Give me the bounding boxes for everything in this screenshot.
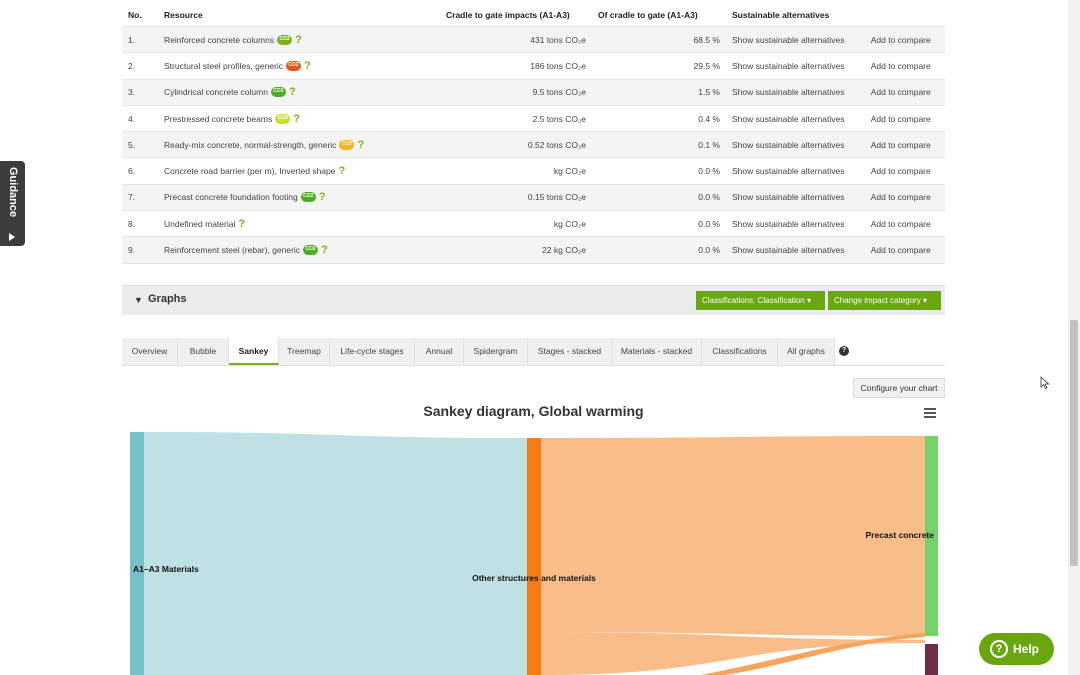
help-label: Help [1013, 642, 1040, 656]
guidance-tab[interactable]: Guidance [0, 161, 25, 246]
sankey-node-materials[interactable] [130, 432, 144, 675]
sankey-label-source: A1–A3 Materials [133, 564, 199, 574]
sankey-label-target: Precast concrete [865, 530, 934, 540]
scrollbar-thumb[interactable] [1070, 320, 1078, 566]
sankey-node-other[interactable] [527, 438, 541, 675]
sankey-node-dark[interactable] [925, 644, 938, 675]
play-arrow-icon [9, 233, 15, 241]
sankey-link-materials-to-other[interactable] [144, 432, 527, 675]
sankey-label-middle: Other structures and materials [472, 573, 596, 583]
page: No. Resource Cradle to gate impacts (A1-… [0, 0, 1068, 675]
guidance-label: Guidance [7, 167, 19, 218]
mouse-cursor-icon [1040, 376, 1050, 390]
help-button[interactable]: ? Help [979, 633, 1054, 665]
question-circle-icon: ? [990, 640, 1008, 658]
sankey-chart: A1–A3 Materials Other structures and mat… [130, 432, 938, 675]
vertical-scrollbar[interactable] [1068, 0, 1080, 675]
